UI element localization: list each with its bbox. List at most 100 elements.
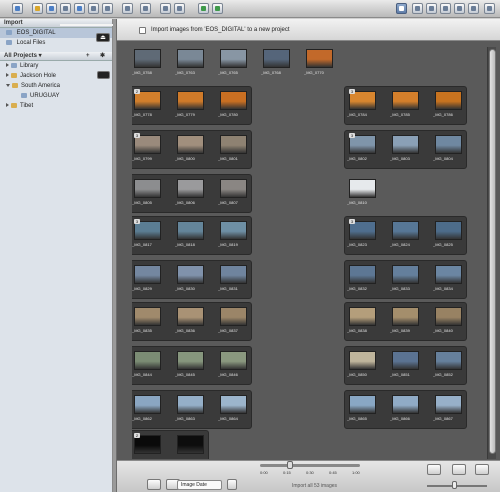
image-thumbnail[interactable]: _MG_0838 [347, 305, 378, 336]
image-thumbnail[interactable]: _MG_0846 [218, 349, 249, 380]
new-folder-icon[interactable] [32, 3, 43, 14]
project-tree-item[interactable]: Tibet [0, 101, 112, 111]
settings-button[interactable] [452, 464, 466, 475]
image-thumbnail[interactable]: _MG_0867 [433, 393, 464, 424]
eject-button[interactable]: ⏏ [96, 33, 110, 42]
loupe-icon[interactable] [198, 3, 209, 14]
image-thumbnail[interactable]: _MG_0770 [304, 47, 335, 78]
sort-select[interactable]: Image Date [177, 480, 222, 490]
image-thumbnail[interactable]: _MG_0839 [390, 305, 421, 336]
image-thumbnail[interactable]: _MG_0840 [433, 305, 464, 336]
stack-icon[interactable] [140, 3, 151, 14]
image-thumbnail[interactable]: _MG_0819 [218, 219, 249, 250]
thumbnail-grid[interactable]: _MG_0758 _MG_0763 _MG_0765 _MG_0768 _MG_0770… [132, 47, 482, 459]
image-thumbnail[interactable]: _MG_0832 [347, 263, 378, 294]
image-thumbnail[interactable]: _MG_0830 [175, 263, 206, 294]
image-thumbnail[interactable]: _MG_0804 [433, 133, 464, 164]
image-thumbnail[interactable]: _MG_0785 [390, 89, 421, 120]
project-action-button[interactable]: ✱ [100, 52, 105, 61]
select-tool-icon[interactable] [396, 3, 407, 14]
project-tree-item[interactable]: Library [0, 61, 112, 71]
image-thumbnail[interactable]: _MG_0763 [175, 47, 206, 78]
vertical-scrollbar[interactable] [487, 47, 496, 459]
spot-patch-tool-icon[interactable] [468, 3, 479, 14]
image-thumbnail[interactable]: _MG_0851 [390, 349, 421, 380]
stack-count-badge[interactable]: 3 [134, 133, 140, 138]
sort-direction-button[interactable] [227, 479, 237, 490]
image-thumbnail[interactable] [175, 433, 206, 459]
projects-section-header[interactable]: All Projects ▾ + ✱ [0, 52, 112, 61]
image-thumbnail[interactable]: _MG_0866 [390, 393, 421, 424]
new-light-table-icon[interactable] [102, 3, 113, 14]
new-book-icon[interactable] [88, 3, 99, 14]
project-tree-item[interactable]: URUGUAY [0, 91, 112, 101]
camera-icon[interactable] [97, 71, 110, 79]
image-thumbnail[interactable]: _MG_0863 [175, 393, 206, 424]
disclosure-closed-icon[interactable] [6, 103, 9, 108]
image-thumbnail[interactable]: _MG_0825 [433, 219, 464, 250]
image-thumbnail[interactable]: _MG_0801 [218, 133, 249, 164]
image-thumbnail[interactable]: _MG_0810 [347, 177, 378, 208]
image-thumbnail[interactable]: _MG_0837 [218, 305, 249, 336]
image-thumbnail[interactable]: _MG_0850 [347, 349, 378, 380]
image-thumbnail[interactable]: _MG_0836 [175, 305, 206, 336]
stack-count-badge[interactable]: 3 [134, 219, 140, 224]
add-project-button[interactable]: + [86, 52, 90, 61]
new-project-checkbox[interactable] [139, 27, 146, 34]
image-thumbnail[interactable]: _MG_0765 [218, 47, 249, 78]
full-screen-icon[interactable] [212, 3, 223, 14]
grid-view-button[interactable] [147, 479, 161, 490]
image-thumbnail[interactable]: _MG_0833 [390, 263, 421, 294]
stack-count-badge[interactable]: 2 [134, 89, 140, 94]
image-thumbnail[interactable]: _MG_0758 [132, 47, 163, 78]
thumbnail-size-slider[interactable] [427, 485, 487, 487]
stack-count-badge[interactable]: 3 [349, 219, 355, 224]
rotate-left-icon[interactable] [160, 3, 171, 14]
straighten-tool-icon[interactable] [412, 3, 423, 14]
image-thumbnail[interactable]: _MG_0805 [132, 177, 163, 208]
new-project-icon[interactable] [46, 3, 57, 14]
image-thumbnail[interactable]: _MG_0835 [132, 305, 163, 336]
crop-tool-icon[interactable] [440, 3, 451, 14]
image-thumbnail[interactable]: _MG_0780 [218, 89, 249, 120]
fullscreen-browser-button[interactable] [475, 464, 489, 475]
image-thumbnail[interactable]: _MG_0768 [261, 47, 292, 78]
scroll-thumb[interactable] [489, 49, 496, 454]
image-thumbnail[interactable]: _MG_0864 [218, 393, 249, 424]
image-thumbnail[interactable]: _MG_0803 [390, 133, 421, 164]
import-all-button[interactable]: Import all 53 images [292, 483, 337, 489]
timeline-track[interactable] [260, 464, 360, 467]
image-thumbnail[interactable]: _MG_0865 [347, 393, 378, 424]
image-thumbnail[interactable]: _MG_0824 [390, 219, 421, 250]
image-thumbnail[interactable]: _MG_0829 [132, 263, 163, 294]
image-thumbnail[interactable]: _MG_0786 [433, 89, 464, 120]
project-tree-item[interactable]: Jackson Hole [0, 71, 112, 81]
retouch-tool-icon[interactable] [484, 3, 495, 14]
disclosure-closed-icon[interactable] [6, 73, 9, 78]
lift-tool-icon[interactable] [426, 3, 437, 14]
image-thumbnail[interactable]: _MG_0862 [132, 393, 163, 424]
stack-count-badge[interactable]: 2 [134, 433, 140, 438]
thumbnail-size-knob[interactable] [452, 481, 457, 489]
inspector-icon[interactable] [12, 3, 23, 14]
project-tree-item[interactable]: South America [0, 81, 112, 91]
stack-count-badge[interactable]: 3 [349, 133, 355, 138]
exclude-button[interactable] [427, 464, 441, 475]
image-thumbnail[interactable]: _MG_0845 [175, 349, 206, 380]
stack-count-badge[interactable]: 3 [349, 89, 355, 94]
image-thumbnail[interactable]: _MG_0800 [175, 133, 206, 164]
image-thumbnail[interactable]: _MG_0852 [433, 349, 464, 380]
disclosure-open-icon[interactable] [6, 83, 10, 87]
image-thumbnail[interactable]: _MG_0779 [175, 89, 206, 120]
image-thumbnail[interactable]: _MG_0844 [132, 349, 163, 380]
new-smart-album-icon[interactable] [74, 3, 85, 14]
image-thumbnail[interactable]: _MG_0806 [175, 177, 206, 208]
image-thumbnail[interactable]: _MG_0834 [433, 263, 464, 294]
image-thumbnail[interactable]: _MG_0818 [175, 219, 206, 250]
redeye-tool-icon[interactable] [454, 3, 465, 14]
image-thumbnail[interactable]: _MG_0807 [218, 177, 249, 208]
timeline-knob[interactable] [287, 461, 293, 469]
new-album-icon[interactable] [60, 3, 71, 14]
rotate-right-icon[interactable] [174, 3, 185, 14]
disclosure-closed-icon[interactable] [6, 63, 9, 68]
